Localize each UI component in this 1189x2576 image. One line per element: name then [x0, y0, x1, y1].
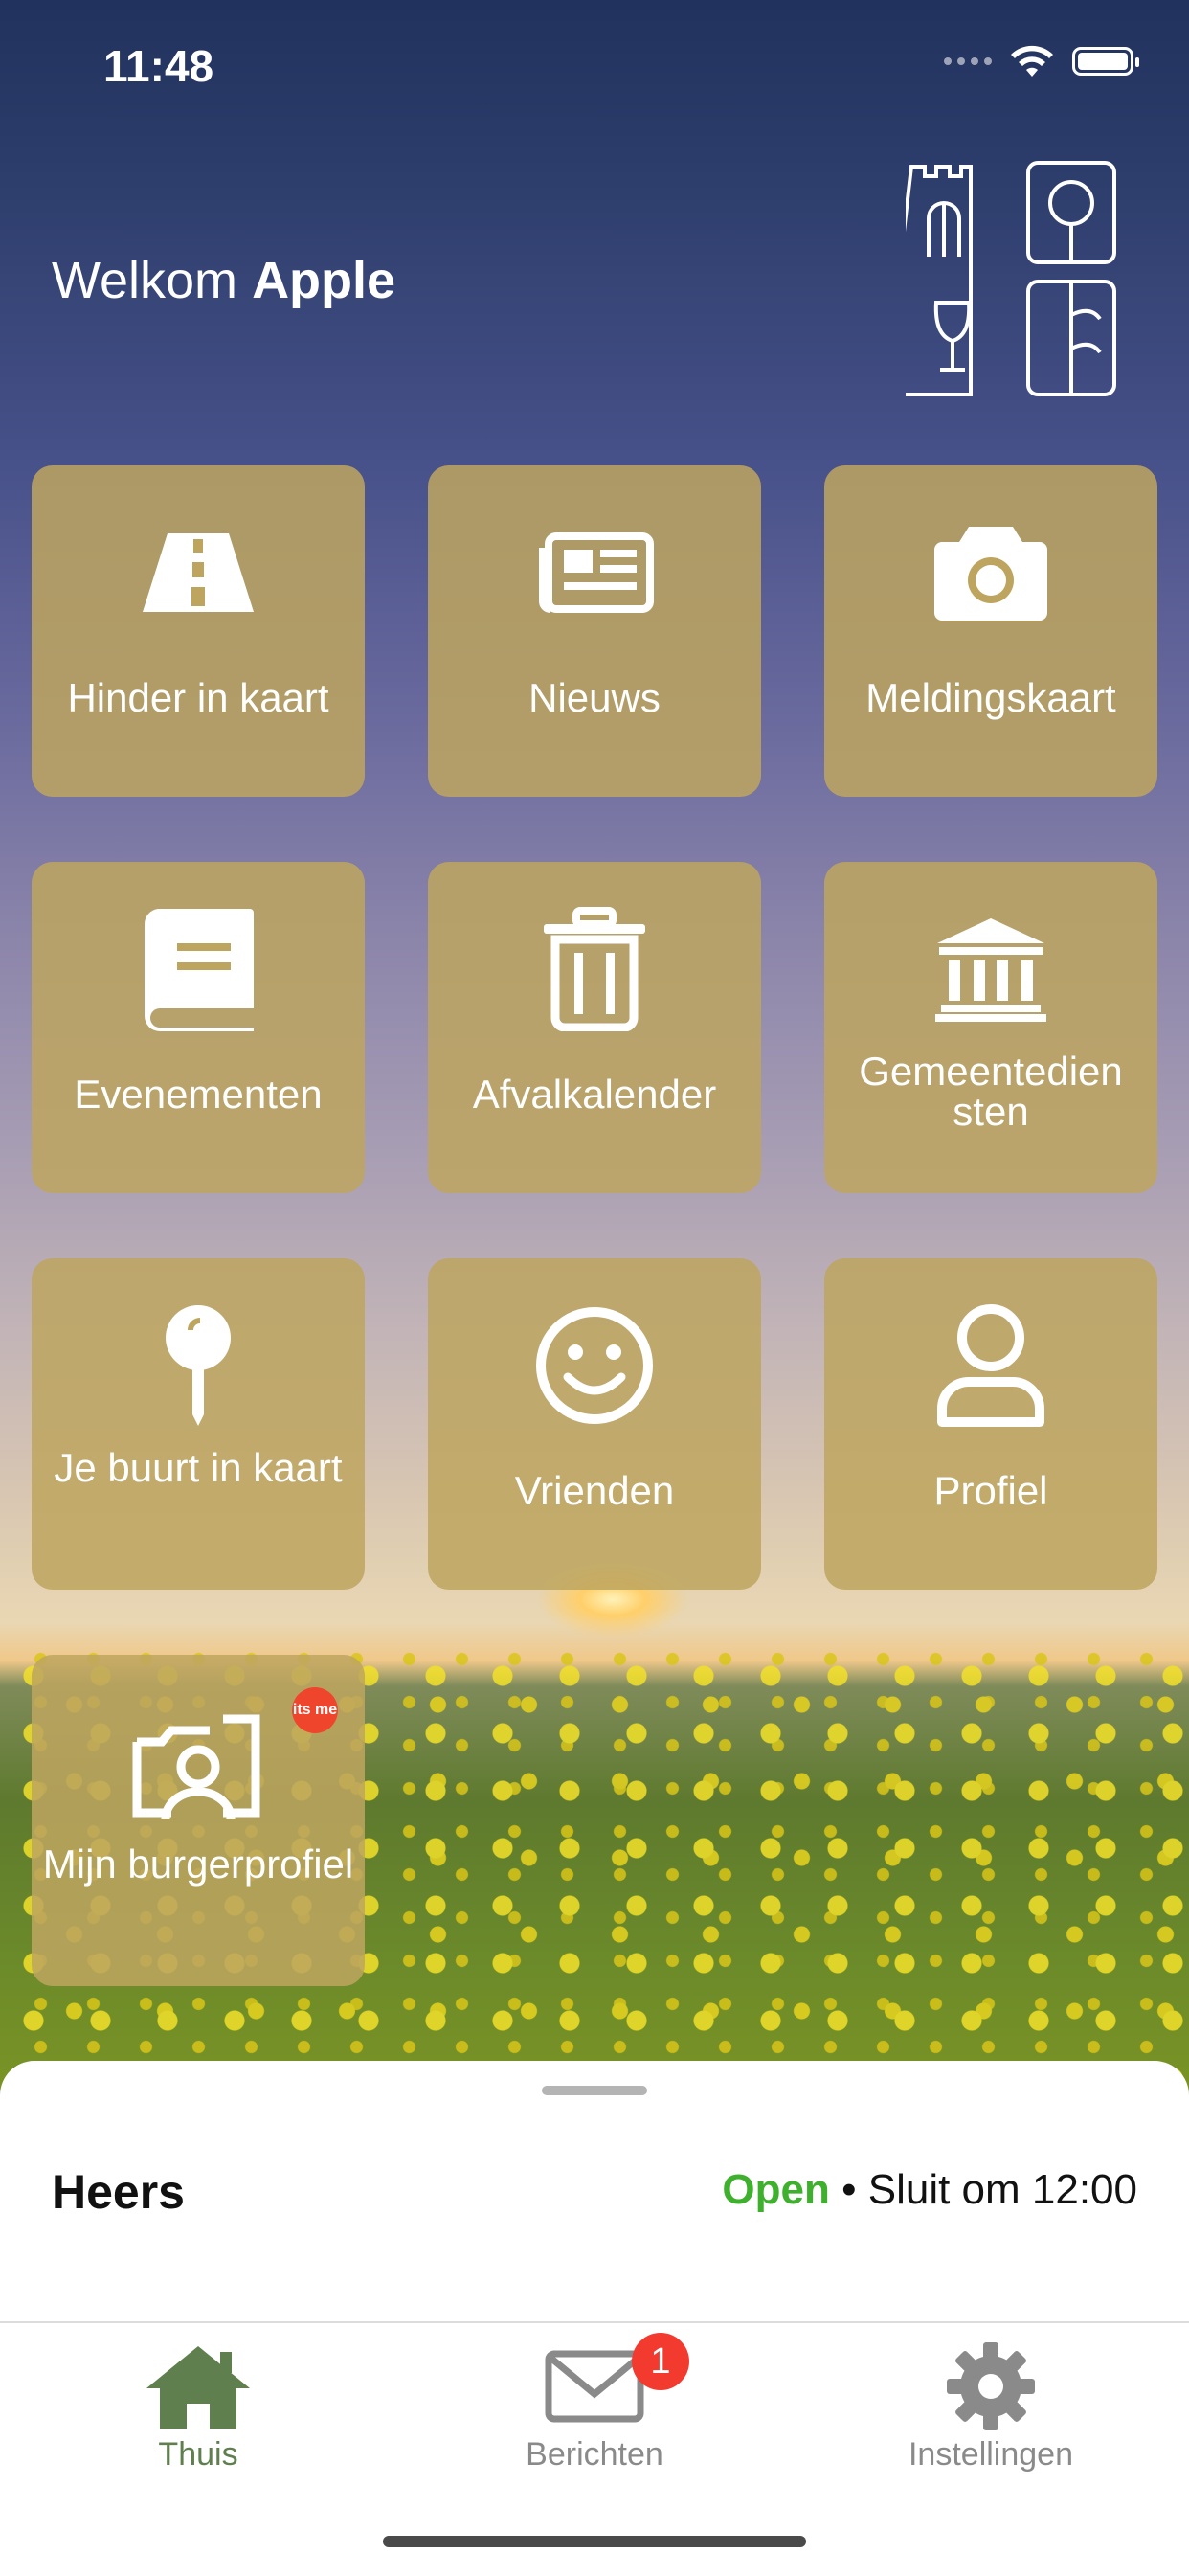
signal-icon — [944, 57, 992, 65]
tile-meldingskaart[interactable]: Meldingskaart — [824, 465, 1157, 797]
tab-label: Berichten — [526, 2436, 663, 2473]
status-icons — [944, 44, 1139, 79]
tile-label: Profiel — [933, 1468, 1048, 1513]
itsme-badge: its me — [292, 1687, 338, 1733]
tab-label: Instellingen — [908, 2436, 1073, 2473]
welcome-prefix: Welkom — [52, 252, 238, 309]
trash-icon — [544, 907, 645, 1031]
municipality-logo — [906, 161, 1116, 396]
gear-icon — [947, 2342, 1035, 2430]
battery-icon — [1072, 47, 1139, 76]
tile-profiel[interactable]: Profiel — [824, 1258, 1157, 1590]
book-icon — [144, 909, 254, 1031]
location-name: Heers — [52, 2165, 185, 2219]
home-icon — [146, 2346, 250, 2429]
tile-label: Afvalkalender — [472, 1072, 717, 1117]
closing-time: Sluit om 12:00 — [867, 2166, 1137, 2213]
tile-label: Evenementen — [74, 1072, 323, 1117]
map-pin-icon — [166, 1305, 231, 1426]
tab-berichten[interactable]: 1 Berichten — [396, 2323, 793, 2486]
location-sheet[interactable]: Heers Open • Sluit om 12:00 — [0, 2061, 1189, 2321]
home-indicator[interactable] — [383, 2536, 806, 2547]
open-status: Open — [722, 2166, 830, 2213]
tile-gemeentediensten[interactable]: Gemeentedien sten — [824, 862, 1157, 1193]
mail-icon — [545, 2350, 644, 2423]
tile-label: Mijn burgerprofiel — [42, 1842, 354, 1887]
tile-je-buurt-in-kaart[interactable]: Je buurt in kaart — [32, 1258, 365, 1590]
sheet-drag-handle[interactable] — [542, 2086, 647, 2095]
user-icon — [937, 1304, 1044, 1427]
smiley-icon — [536, 1307, 653, 1424]
tile-mijn-burgerprofiel[interactable]: its me Mijn burgerprofiel — [32, 1655, 365, 1986]
id-card-icon — [132, 1714, 260, 1819]
newspaper-icon — [539, 532, 654, 613]
opening-hours: Open • Sluit om 12:00 — [722, 2166, 1137, 2214]
unread-badge: 1 — [632, 2333, 689, 2390]
tab-thuis[interactable]: Thuis — [0, 2323, 396, 2486]
tab-label: Thuis — [158, 2436, 238, 2473]
town-hall-icon — [935, 918, 1046, 1022]
tile-afvalkalender[interactable]: Afvalkalender — [428, 862, 761, 1193]
tile-evenementen[interactable]: Evenementen — [32, 862, 365, 1193]
tile-label: Vrienden — [514, 1468, 675, 1513]
user-name: Apple — [252, 252, 396, 309]
tile-label: Nieuws — [528, 675, 661, 720]
road-icon — [143, 533, 254, 612]
camera-icon — [934, 527, 1047, 621]
welcome-text: Welkom Apple — [52, 251, 395, 310]
tile-label: Meldingskaart — [865, 675, 1116, 720]
tile-label: Je buurt in kaart — [54, 1445, 343, 1490]
status-time: 11:48 — [103, 41, 214, 91]
tile-label: Gemeentedien sten — [859, 1049, 1123, 1134]
wifi-icon — [1011, 45, 1053, 77]
tile-hinder-in-kaart[interactable]: Hinder in kaart — [32, 465, 365, 797]
tile-nieuws[interactable]: Nieuws — [428, 465, 761, 797]
status-separator: • — [841, 2166, 857, 2213]
tab-instellingen[interactable]: Instellingen — [793, 2323, 1189, 2486]
tile-vrienden[interactable]: Vrienden — [428, 1258, 761, 1590]
tile-label: Hinder in kaart — [67, 675, 329, 720]
